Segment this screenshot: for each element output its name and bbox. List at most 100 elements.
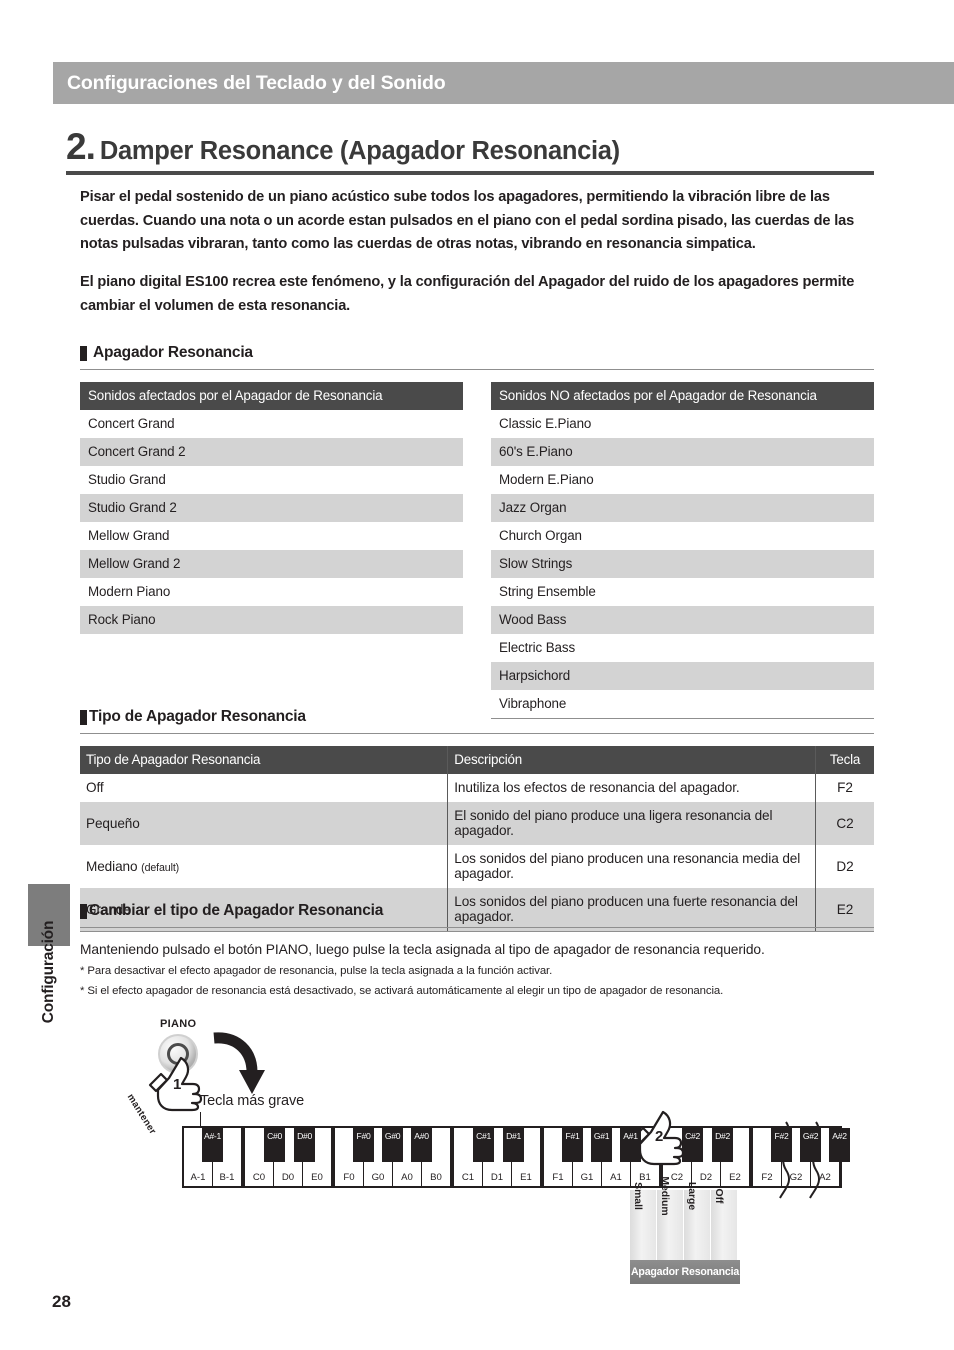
sounds-section-heading: Apagador Resonancia: [80, 344, 874, 362]
white-key-label: D1: [490, 1172, 504, 1183]
black-key[interactable]: A#0: [411, 1128, 432, 1162]
title-underline: [66, 171, 874, 175]
type-name-text: Pequeño: [86, 815, 140, 831]
black-key-label: C#2: [685, 1131, 700, 1141]
list-item: Studio Grand 2: [80, 494, 463, 522]
black-key[interactable]: F#0: [353, 1128, 374, 1162]
cell-description: Los sonidos del piano producen una reson…: [447, 845, 816, 888]
piano-keyboard: A-1 B-1 A#-1 C0 D0 E0 C#0 D#0 F0 G0 A0 B…: [182, 1126, 850, 1188]
white-key-label: G1: [580, 1172, 594, 1183]
cell-description: El sonido del piano produce una ligera r…: [447, 802, 816, 845]
list-item: Mellow Grand 2: [80, 550, 463, 578]
list-item: Modern E.Piano: [491, 466, 874, 494]
type-name-text: Off: [86, 780, 104, 795]
type-heading-rule: [80, 733, 874, 734]
white-key-label: E2: [729, 1172, 741, 1183]
function-label-text: Off: [713, 1188, 724, 1204]
black-key[interactable]: C#0: [264, 1128, 285, 1162]
black-key[interactable]: G#0: [382, 1128, 403, 1162]
black-key[interactable]: G#1: [591, 1128, 612, 1162]
list-item: String Ensemble: [491, 578, 874, 606]
list-item: Church Organ: [491, 522, 874, 550]
black-key[interactable]: F#2: [771, 1128, 792, 1162]
table-row: Pequeño El sonido del piano produce una …: [80, 802, 874, 845]
black-key[interactable]: D#0: [294, 1128, 315, 1162]
column-header-key: Tecla: [815, 746, 874, 774]
section-name: Damper Resonance (Apagador Resonancia): [99, 137, 620, 165]
cell-key: C2: [815, 802, 874, 845]
sounds-heading-rule: [80, 369, 874, 370]
page-header-bar: Configuraciones del Teclado y del Sonido: [53, 62, 954, 104]
affected-sounds-table: Sonidos afectados por el Apagador de Res…: [80, 382, 463, 719]
black-key-label: D#1: [506, 1131, 521, 1141]
sounds-section: Apagador Resonancia Sonidos afectados po…: [80, 344, 874, 719]
list-item: Classic E.Piano: [491, 410, 874, 438]
type-section-heading: Tipo de Apagador Resonancia: [80, 708, 874, 726]
function-group-bar: Apagador Resonancia: [630, 1260, 740, 1284]
black-key-label: G#1: [593, 1131, 610, 1141]
black-key[interactable]: A#1: [620, 1128, 641, 1162]
black-key-label: G#2: [802, 1131, 819, 1141]
section-title-block: 2. Damper Resonance (Apagador Resonancia…: [66, 128, 874, 175]
black-key[interactable]: A#-1: [202, 1128, 223, 1162]
change-instruction: Manteniendo pulsado el botón PIANO, lueg…: [80, 942, 765, 957]
white-key-label: F0: [343, 1172, 355, 1183]
function-label-small: Small: [630, 1182, 657, 1260]
black-key-label: F#0: [356, 1131, 371, 1141]
intro-paragraph-2: El piano digital ES100 recrea este fenóm…: [80, 273, 855, 314]
list-item: Modern Piano: [80, 578, 463, 606]
black-key[interactable]: G#2: [800, 1128, 821, 1162]
white-key-label: F1: [552, 1172, 564, 1183]
sounds-heading-label: Apagador Resonancia: [93, 344, 253, 361]
list-item: Studio Grand: [80, 466, 463, 494]
white-key-label: B-1: [219, 1172, 235, 1183]
section-number: 2.: [66, 126, 96, 167]
keyboard-octave: C1 D1 E1 C#1 D#1: [454, 1128, 544, 1186]
curved-arrow-icon: [213, 1032, 265, 1094]
piano-button-label: PIANO: [160, 1018, 197, 1030]
black-key-label: A#-1: [204, 1131, 221, 1141]
heading-marker-icon: [80, 903, 87, 919]
white-key-label: A-1: [190, 1172, 206, 1183]
sidebar-chapter-label: Configuración: [40, 920, 57, 1024]
list-item: Rock Piano: [80, 606, 463, 634]
function-label-large: Large: [684, 1182, 711, 1260]
type-name-text: Mediano: [86, 858, 138, 874]
list-item: Jazz Organ: [491, 494, 874, 522]
cell-key: F2: [815, 774, 874, 802]
list-item: Concert Grand 2: [80, 438, 463, 466]
black-key[interactable]: D#1: [503, 1128, 524, 1162]
heading-marker-icon: [80, 709, 87, 725]
list-item: 60's E.Piano: [491, 438, 874, 466]
type-heading-label: Tipo de Apagador Resonancia: [89, 708, 306, 725]
black-key[interactable]: F#1: [562, 1128, 583, 1162]
black-key[interactable]: D#2: [712, 1128, 733, 1162]
change-note-1: * Para desactivar el efecto apagador de …: [80, 965, 553, 977]
black-key[interactable]: A#2: [829, 1128, 850, 1162]
white-key-label: B0: [430, 1172, 442, 1183]
intro-paragraph-1: Pisar el pedal sostenido de un piano acú…: [80, 189, 855, 253]
black-key[interactable]: C#1: [473, 1128, 494, 1162]
list-item: Wood Bass: [491, 606, 874, 634]
keyboard-octave: F0 G0 A0 B0 F#0 G#0 A#0: [335, 1128, 454, 1186]
table-row: Off Inutiliza los efectos de resonancia …: [80, 774, 874, 802]
change-heading-label: Cambiar el tipo de Apagador Resonancia: [89, 902, 384, 919]
heading-marker-icon: [80, 345, 87, 361]
intro-text: Pisar el pedal sostenido de un piano acú…: [80, 186, 876, 332]
black-key-label: A#2: [832, 1131, 847, 1141]
black-key-label: D#2: [715, 1131, 730, 1141]
black-key-label: A#1: [623, 1131, 638, 1141]
white-key-label: D0: [281, 1172, 295, 1183]
white-key-label: A0: [401, 1172, 413, 1183]
list-item: Mellow Grand: [80, 522, 463, 550]
function-label-text: Small: [632, 1182, 643, 1210]
black-key-label: F#1: [565, 1131, 580, 1141]
change-section-heading: Cambiar el tipo de Apagador Resonancia: [80, 902, 874, 920]
change-heading-rule: [80, 927, 874, 928]
list-item: Concert Grand: [80, 410, 463, 438]
function-label-off: Off: [711, 1188, 738, 1260]
lowest-key-caption: Tecla más grave: [200, 1093, 305, 1109]
affected-sounds-header: Sonidos afectados por el Apagador de Res…: [80, 382, 463, 410]
white-key-label: G0: [371, 1172, 385, 1183]
black-key[interactable]: C#2: [682, 1128, 703, 1162]
